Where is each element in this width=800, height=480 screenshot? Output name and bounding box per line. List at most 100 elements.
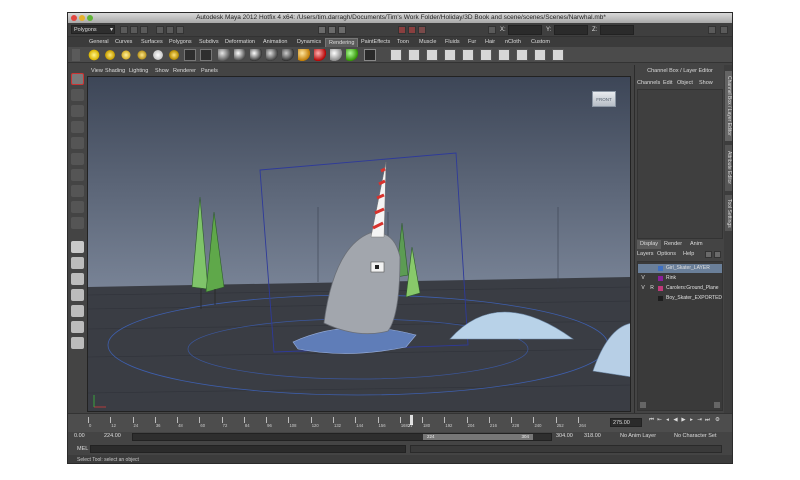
playback-options-icon[interactable]: ⚙ xyxy=(714,416,721,424)
area-light-icon[interactable] xyxy=(136,49,148,61)
step-forward-key-icon[interactable]: ⇥ xyxy=(696,416,703,424)
surface-shader-icon[interactable] xyxy=(330,49,342,61)
channel-menu-object[interactable]: Object xyxy=(677,79,693,88)
start-time-field[interactable]: 0.00 xyxy=(74,432,85,440)
go-to-start-icon[interactable]: ⏮ xyxy=(648,416,655,424)
playback-start-field[interactable]: 224.00 xyxy=(104,432,121,440)
layer-color-swatch[interactable] xyxy=(658,276,663,281)
snap-point-icon[interactable] xyxy=(338,26,346,34)
view-cube[interactable]: FRONT xyxy=(592,91,616,107)
step-back-key-icon[interactable]: ⇤ xyxy=(656,416,663,424)
play-backward-icon[interactable]: ◀ xyxy=(672,416,679,424)
zoom-window-button[interactable] xyxy=(87,15,93,21)
step-forward-frame-icon[interactable]: ▸ xyxy=(688,416,695,424)
shelf-tab-hair[interactable]: Hair xyxy=(482,38,498,47)
select-component-icon[interactable] xyxy=(176,26,184,34)
play-forward-icon[interactable]: ▶ xyxy=(680,416,687,424)
layer-row[interactable]: Boy_Skater_EXPORTED:Bo xyxy=(638,294,722,303)
shelf-tab-surfaces[interactable]: Surfaces xyxy=(138,38,166,47)
playback-end-field[interactable]: 304.00 xyxy=(556,432,573,440)
new-layer-selected-icon[interactable] xyxy=(714,251,721,258)
command-line-input[interactable] xyxy=(90,445,406,453)
shelf-tab-painteffects[interactable]: PaintEffects xyxy=(358,38,393,47)
channel-list[interactable] xyxy=(637,89,723,239)
viewport-menu-panels[interactable]: Panels xyxy=(201,67,218,76)
manipulator-tool-icon[interactable] xyxy=(71,169,84,181)
end-time-field[interactable]: 318.00 xyxy=(584,432,601,440)
rotate-tool-icon[interactable] xyxy=(71,137,84,149)
batch-render-icon[interactable] xyxy=(444,49,456,61)
shelf-tab-fur[interactable]: Fur xyxy=(465,38,479,47)
select-object-icon[interactable] xyxy=(166,26,174,34)
range-slider[interactable]: 224 304 xyxy=(132,433,552,441)
shelf-tab-toon[interactable]: Toon xyxy=(394,38,412,47)
viewport-menu-lighting[interactable]: Lighting xyxy=(129,67,148,76)
snap-grid-icon[interactable] xyxy=(318,26,326,34)
anisotropic-material-icon[interactable] xyxy=(282,49,294,61)
minimize-window-button[interactable] xyxy=(79,15,85,21)
close-window-button[interactable] xyxy=(71,15,77,21)
ipr-render-icon[interactable] xyxy=(408,26,416,34)
layer-menu-options[interactable]: Options xyxy=(657,250,676,259)
shelf-tab-polygons[interactable]: Polygons xyxy=(166,38,195,47)
layer-visibility-toggle[interactable]: V xyxy=(640,284,646,293)
layer-scroll-left-icon[interactable] xyxy=(640,402,646,408)
go-to-end-icon[interactable]: ⏭ xyxy=(704,416,711,424)
viewport-menu-view[interactable]: View xyxy=(91,67,103,76)
viewport-menu-show[interactable]: Show xyxy=(155,67,169,76)
layer-row[interactable]: V R Carolers:Ground_Plane xyxy=(638,284,722,293)
camera-aim-icon[interactable] xyxy=(200,49,212,61)
save-scene-icon[interactable] xyxy=(140,26,148,34)
directional-light-icon[interactable] xyxy=(104,49,116,61)
time-slider[interactable]: 0 12 24 36 48 60 72 84 96 108 120 132 144 156 168 180 19… xyxy=(68,413,732,432)
mental-ray-icon[interactable] xyxy=(552,49,564,61)
scale-tool-icon[interactable] xyxy=(71,153,84,165)
shelf-tab-deformation[interactable]: Deformation xyxy=(222,38,258,47)
layout-four-icon[interactable] xyxy=(71,257,84,269)
shelf-tab-ncloth[interactable]: nCloth xyxy=(502,38,524,47)
move-tool-icon[interactable] xyxy=(71,121,84,133)
layout-single-icon[interactable] xyxy=(71,241,84,253)
step-back-frame-icon[interactable]: ◂ xyxy=(664,416,671,424)
layout-hypershade-icon[interactable] xyxy=(71,337,84,349)
toggle-attribute-editor-icon[interactable] xyxy=(720,26,728,34)
layout-two-side-icon[interactable] xyxy=(71,273,84,285)
use-background-icon[interactable] xyxy=(346,49,358,61)
layer-color-swatch[interactable] xyxy=(658,296,663,301)
shelf-tab-fluids[interactable]: Fluids xyxy=(442,38,463,47)
snapshot-icon[interactable] xyxy=(480,49,492,61)
layout-graph-icon[interactable] xyxy=(71,321,84,333)
render-layer-icon[interactable] xyxy=(516,49,528,61)
shelf-tab-custom[interactable]: Custom xyxy=(528,38,553,47)
ipr-icon[interactable] xyxy=(426,49,438,61)
shelf-tab-rendering[interactable]: Rendering xyxy=(325,38,359,47)
volume-light-icon[interactable] xyxy=(168,49,180,61)
new-layer-icon[interactable] xyxy=(705,251,712,258)
layer-color-swatch[interactable] xyxy=(658,266,663,271)
spot-light-icon[interactable] xyxy=(120,49,132,61)
current-frame-field[interactable]: 275.00 xyxy=(610,418,642,427)
side-tab-channel-box[interactable]: Channel Box / Layer Editor xyxy=(725,71,732,141)
render-current-icon[interactable] xyxy=(408,49,420,61)
channel-menu-channels[interactable]: Channels xyxy=(637,79,660,88)
menu-set-dropdown[interactable]: Polygons xyxy=(71,25,115,34)
3d-viewport[interactable]: FRONT xyxy=(87,76,631,412)
render-pass-icon[interactable] xyxy=(534,49,546,61)
render-view-icon[interactable] xyxy=(390,49,402,61)
paint-select-icon[interactable] xyxy=(71,105,84,117)
lambert-material-icon[interactable] xyxy=(218,49,230,61)
layer-visibility-toggle[interactable]: V xyxy=(640,274,646,283)
hypershade-icon[interactable] xyxy=(364,49,376,61)
z-value-input[interactable] xyxy=(600,25,634,35)
character-set-select[interactable]: No Character Set xyxy=(674,432,717,440)
select-hierarchy-icon[interactable] xyxy=(156,26,164,34)
layer-color-swatch[interactable] xyxy=(658,286,663,291)
render-globals-icon[interactable] xyxy=(498,49,510,61)
ambient-light-icon[interactable] xyxy=(152,49,164,61)
side-tab-tool-settings[interactable]: Tool Settings xyxy=(725,195,732,231)
camera-icon[interactable] xyxy=(184,49,196,61)
channel-menu-show[interactable]: Show xyxy=(699,79,713,88)
viewport-menu-renderer[interactable]: Renderer xyxy=(173,67,196,76)
point-light-icon[interactable] xyxy=(88,49,100,61)
layer-row[interactable]: V Rink xyxy=(638,274,722,283)
